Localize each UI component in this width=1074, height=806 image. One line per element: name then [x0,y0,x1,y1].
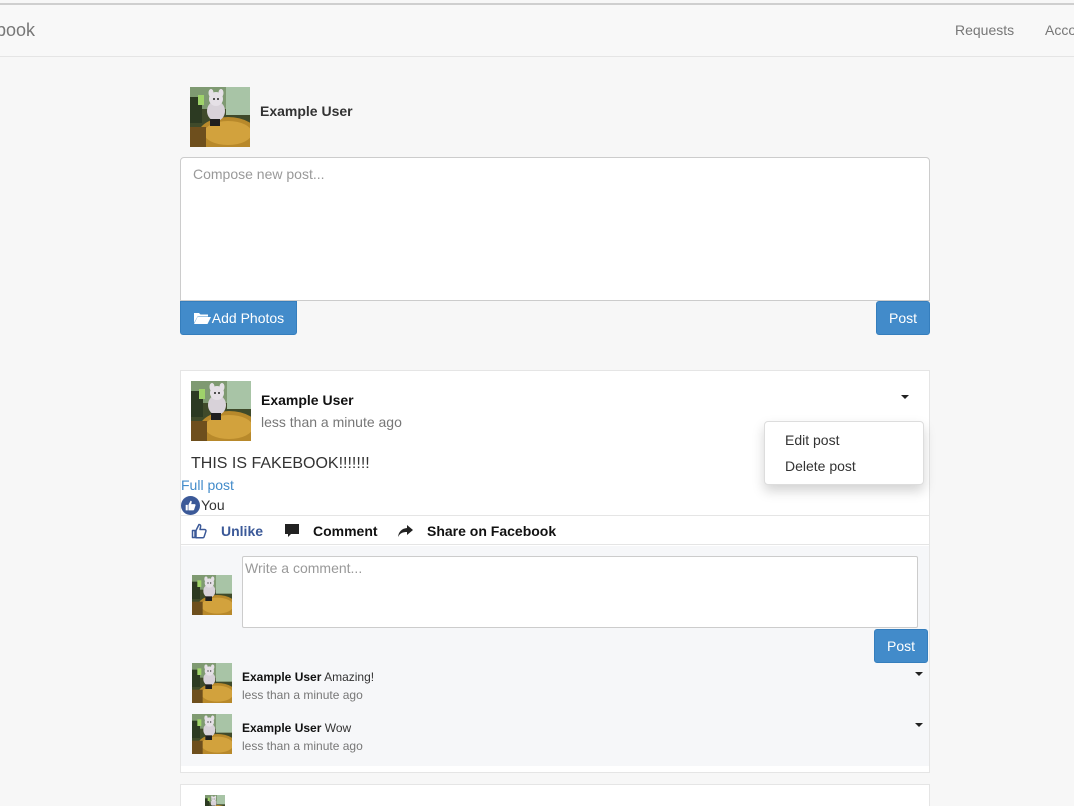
comment-timestamp: less than a minute ago [242,739,363,753]
post-options-menu: Edit post Delete post [764,421,924,485]
post-author-avatar[interactable] [191,381,251,441]
add-photos-label: Add Photos [211,310,285,326]
commenter-avatar[interactable] [192,575,232,615]
thumbs-up-icon [191,523,207,539]
composer-user-name[interactable]: Example User [260,103,353,119]
compose-post-input[interactable] [180,157,930,301]
nav-requests-link[interactable]: Requests [955,22,1014,38]
comment-author-avatar[interactable] [192,663,232,703]
delete-post-menu-item[interactable]: Delete post [785,458,856,474]
thumbs-up-icon [181,496,200,515]
caret-down-icon[interactable] [901,395,909,399]
full-post-link[interactable]: Full post [181,477,234,493]
post-action-bar: Unlike Comment Share on Facebook [181,515,929,545]
navbar: ebook Requests Acco [0,5,1074,57]
caret-down-icon[interactable] [915,672,923,676]
composer-avatar[interactable] [190,87,250,147]
comment-icon [285,524,299,537]
brand-logo[interactable]: ebook [0,20,35,41]
comment-button[interactable]: Comment [285,516,378,546]
unlike-label: Unlike [221,523,264,539]
edit-post-menu-item[interactable]: Edit post [785,432,839,448]
comment-post-button[interactable]: Post [874,629,928,663]
comment-timestamp: less than a minute ago [242,688,363,702]
comment-input[interactable] [242,556,918,628]
compose-post-button[interactable]: Post [876,301,930,335]
caret-down-icon[interactable] [915,723,923,727]
next-post-card [180,784,930,806]
add-photos-button[interactable]: Add Photos [180,301,297,335]
folder-open-icon [193,311,211,325]
nav-account-link[interactable]: Acco [1045,22,1074,38]
share-icon [398,524,413,537]
post-timestamp: less than a minute ago [261,414,402,430]
comment-text: Amazing! [324,670,375,684]
comment-item: Example User Amazing! [242,670,374,684]
post-body: THIS IS FAKEBOOK!!!!!!! [191,455,370,472]
comment-author-avatar[interactable] [192,714,232,754]
post-author-name[interactable]: Example User [261,392,354,408]
comment-text: Wow [324,721,352,735]
unlike-button[interactable]: Unlike [191,516,263,546]
comment-label: Comment [313,523,378,539]
share-button[interactable]: Share on Facebook [398,516,556,546]
comment-item: Example User Wow [242,721,351,735]
comment-author[interactable]: Example User [242,721,321,735]
comment-author[interactable]: Example User [242,670,321,684]
share-label: Share on Facebook [427,523,557,539]
likes-summary[interactable]: You [201,497,225,513]
next-post-avatar[interactable] [190,795,240,806]
